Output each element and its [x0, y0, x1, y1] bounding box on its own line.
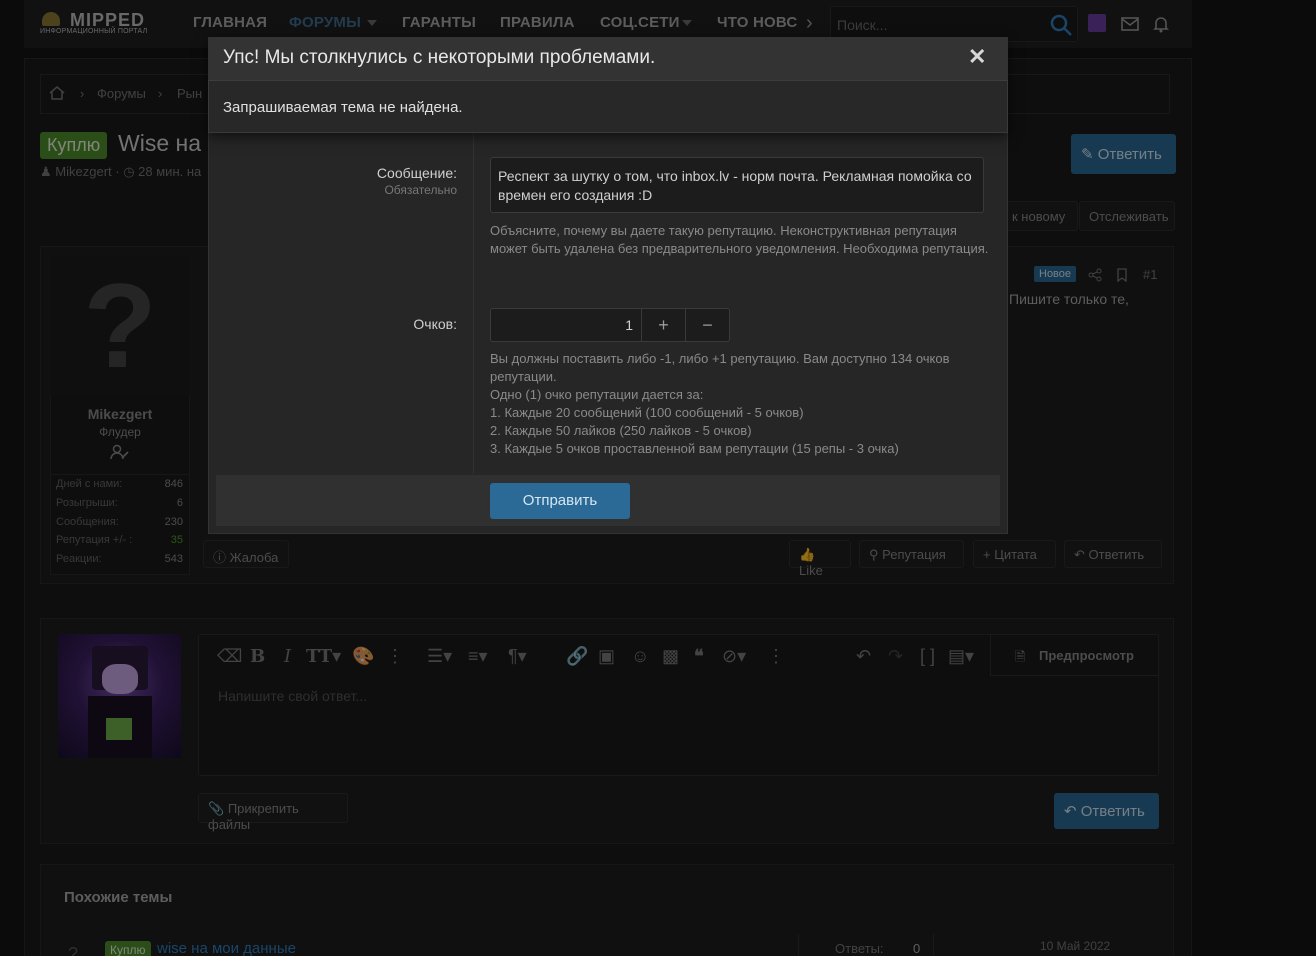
required-hint: Обязательно: [384, 183, 457, 197]
form-label-column: [216, 130, 474, 474]
send-reputation-button[interactable]: Отправить: [490, 483, 630, 519]
close-icon[interactable]: ✕: [968, 44, 986, 70]
points-value[interactable]: 1: [491, 317, 633, 333]
error-message: Запрашиваемая тема не найдена.: [223, 99, 463, 116]
points-label: Очков:: [413, 316, 457, 332]
minus-icon[interactable]: −: [685, 309, 729, 341]
points-rules: Вы должны поставить либо -1, либо +1 реп…: [490, 351, 950, 456]
points-stepper[interactable]: 1 + −: [490, 308, 730, 342]
plus-icon[interactable]: +: [641, 309, 685, 341]
message-label: Сообщение:: [376, 165, 457, 181]
reputation-message-field[interactable]: Респект за шутку о том, что inbox.lv - н…: [490, 157, 984, 213]
error-title: Упс! Мы столкнулись с некоторыми проблем…: [223, 47, 656, 68]
message-explanation: Объясните, почему вы даете такую репутац…: [490, 223, 989, 256]
